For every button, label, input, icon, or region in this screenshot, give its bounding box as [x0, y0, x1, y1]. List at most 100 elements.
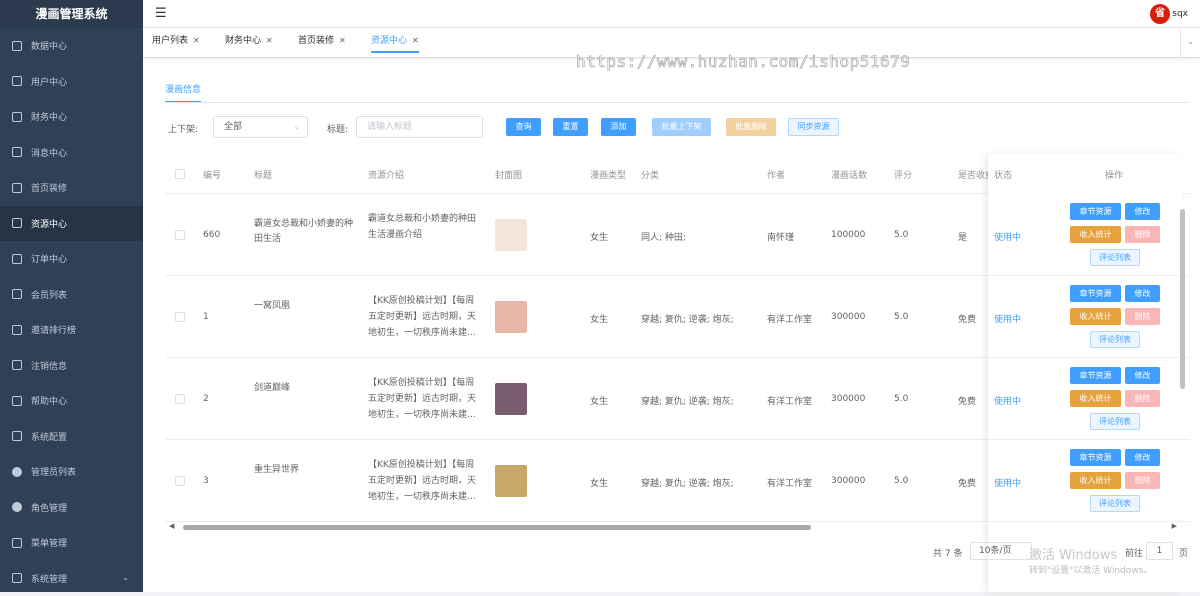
cell-author: 南怀瑾 — [767, 230, 794, 243]
cell-comic-type: 女生 — [590, 230, 608, 243]
page-size-value: 10条/页 — [979, 546, 1012, 556]
sidebar-item[interactable]: 资源中心 — [0, 206, 143, 242]
cell-author: 有洋工作室 — [767, 476, 812, 489]
vertical-scroll-thumb[interactable] — [1180, 209, 1185, 389]
status-select-value: 全部 — [224, 122, 242, 132]
sidebar-item[interactable]: 系统管理⌄ — [0, 561, 143, 596]
close-icon[interactable]: ✕ — [339, 36, 346, 45]
edit-button[interactable]: 修改 — [1125, 203, 1160, 220]
cell-title: 霸道女总裁和小娇妻的种田生活 — [254, 217, 358, 247]
edit-button[interactable]: 修改 — [1125, 449, 1160, 466]
reset-button[interactable]: 重置 — [553, 118, 588, 136]
sidebar-item[interactable]: 消息中心 — [0, 135, 143, 171]
row-checkbox[interactable] — [175, 312, 185, 322]
chapters-button[interactable]: 章节资源 — [1070, 285, 1121, 302]
order-icon — [12, 254, 22, 264]
row-checkbox[interactable] — [175, 230, 185, 240]
cell-score: 5.0 — [894, 312, 908, 322]
cell-comic-type: 女生 — [590, 476, 608, 489]
chevron-down-icon[interactable]: ⌄ — [1180, 28, 1200, 58]
sync-resource-button[interactable]: 同步资源 — [788, 118, 839, 136]
income-stats-button[interactable]: 收入统计 — [1070, 390, 1121, 407]
comments-button[interactable]: 评论列表 — [1090, 495, 1140, 512]
cell-id: 660 — [203, 230, 220, 240]
tag-label: 首页装修 — [298, 36, 334, 46]
sidebar-item[interactable]: 菜单管理 — [0, 525, 143, 561]
comments-button[interactable]: 评论列表 — [1090, 249, 1140, 266]
delete-button[interactable]: 删除 — [1125, 390, 1160, 407]
cell-episodes: 300000 — [831, 476, 865, 486]
menu-list-icon — [12, 538, 22, 548]
sidebar-item[interactable]: 管理员列表 — [0, 454, 143, 490]
sidebar-item[interactable]: 会员列表 — [0, 277, 143, 313]
cell-score: 5.0 — [894, 476, 908, 486]
sidebar-item[interactable]: 系统配置 — [0, 419, 143, 455]
fixed-row: 使用中 章节资源修改收入统计删除评论列表 — [988, 194, 1182, 276]
bar-chart-icon — [12, 325, 22, 335]
scroll-left-icon[interactable]: ◀ — [169, 522, 174, 530]
sidebar-item[interactable]: 数据中心 — [0, 28, 143, 64]
tag-home-decor[interactable]: 首页装修 ✕ — [298, 35, 346, 53]
sidebar-item-label: 角色管理 — [31, 501, 67, 514]
page-number-input[interactable]: 1 — [1146, 542, 1173, 560]
tag-user-list[interactable]: 用户列表 ✕ — [152, 35, 200, 53]
sidebar-item[interactable]: 用户中心 — [0, 64, 143, 100]
row-checkbox[interactable] — [175, 476, 185, 486]
chapters-button[interactable]: 章节资源 — [1070, 449, 1121, 466]
content-card: 漫画信息 上下架: 全部 ⌄ 标题: 查询 重置 添加 批量上下架 批量删除 同… — [153, 68, 1193, 592]
status-link[interactable]: 使用中 — [994, 312, 1021, 325]
add-button[interactable]: 添加 — [601, 118, 636, 136]
select-all-checkbox[interactable] — [175, 169, 185, 179]
scroll-right-icon[interactable]: ▶ — [1172, 522, 1177, 530]
status-link[interactable]: 使用中 — [994, 476, 1021, 489]
status-link[interactable]: 使用中 — [994, 394, 1021, 407]
status-select[interactable]: 全部 ⌄ — [213, 116, 308, 138]
batch-delete-button[interactable]: 批量删除 — [726, 118, 776, 136]
sidebar-item[interactable]: 订单中心 — [0, 241, 143, 277]
sidebar-item-label: 管理员列表 — [31, 465, 76, 478]
tab-divider — [165, 102, 1190, 103]
cell-episodes: 100000 — [831, 230, 865, 240]
avatar[interactable]: 省 — [1150, 4, 1170, 24]
edit-button[interactable]: 修改 — [1125, 285, 1160, 302]
comments-button[interactable]: 评论列表 — [1090, 413, 1140, 430]
sidebar-item[interactable]: 财务中心 — [0, 99, 143, 135]
close-icon[interactable]: ✕ — [266, 36, 273, 45]
delete-button[interactable]: 删除 — [1125, 226, 1160, 243]
tag-finance[interactable]: 财务中心 ✕ — [225, 35, 273, 53]
chapters-button[interactable]: 章节资源 — [1070, 203, 1121, 220]
sidebar-item[interactable]: 邀请排行榜 — [0, 312, 143, 348]
hamburger-icon[interactable]: ☰ — [155, 6, 167, 21]
chapters-button[interactable]: 章节资源 — [1070, 367, 1121, 384]
delete-button[interactable]: 删除 — [1125, 472, 1160, 489]
horizontal-scroll-thumb[interactable] — [183, 525, 811, 530]
edit-button[interactable]: 修改 — [1125, 367, 1160, 384]
username[interactable]: sqx — [1172, 9, 1188, 19]
income-stats-button[interactable]: 收入统计 — [1070, 472, 1121, 489]
cell-title: 重生异世界 — [254, 463, 358, 478]
batch-shelf-button[interactable]: 批量上下架 — [652, 118, 711, 136]
sidebar-item[interactable]: 首页装修 — [0, 170, 143, 206]
horizontal-scrollbar[interactable]: ◀ ▶ — [169, 522, 1189, 532]
tab-comic-info[interactable]: 漫画信息 — [165, 82, 201, 103]
sidebar-item[interactable]: 角色管理 — [0, 490, 143, 526]
row-checkbox[interactable] — [175, 394, 185, 404]
delete-button[interactable]: 删除 — [1125, 308, 1160, 325]
query-button[interactable]: 查询 — [506, 118, 541, 136]
cube-icon — [12, 183, 22, 193]
title-search-input[interactable] — [356, 116, 483, 138]
income-stats-button[interactable]: 收入统计 — [1070, 226, 1121, 243]
sidebar-item[interactable]: 帮助中心 — [0, 383, 143, 419]
col-category: 分类 — [641, 168, 659, 181]
income-stats-button[interactable]: 收入统计 — [1070, 308, 1121, 325]
tag-resource-center[interactable]: 资源中心✕ — [371, 35, 419, 53]
tag-label: 用户列表 — [152, 36, 188, 46]
status-link[interactable]: 使用中 — [994, 230, 1021, 243]
fixed-row: 使用中 章节资源修改收入统计删除评论列表 — [988, 440, 1182, 522]
tag-label: 财务中心 — [225, 36, 261, 46]
close-icon[interactable]: ✕ — [193, 36, 200, 45]
comments-button[interactable]: 评论列表 — [1090, 331, 1140, 348]
sidebar-item[interactable]: 注销信息 — [0, 348, 143, 384]
page-size-select[interactable]: 10条/页 — [970, 542, 1032, 560]
close-icon[interactable]: ✕ — [412, 36, 419, 45]
